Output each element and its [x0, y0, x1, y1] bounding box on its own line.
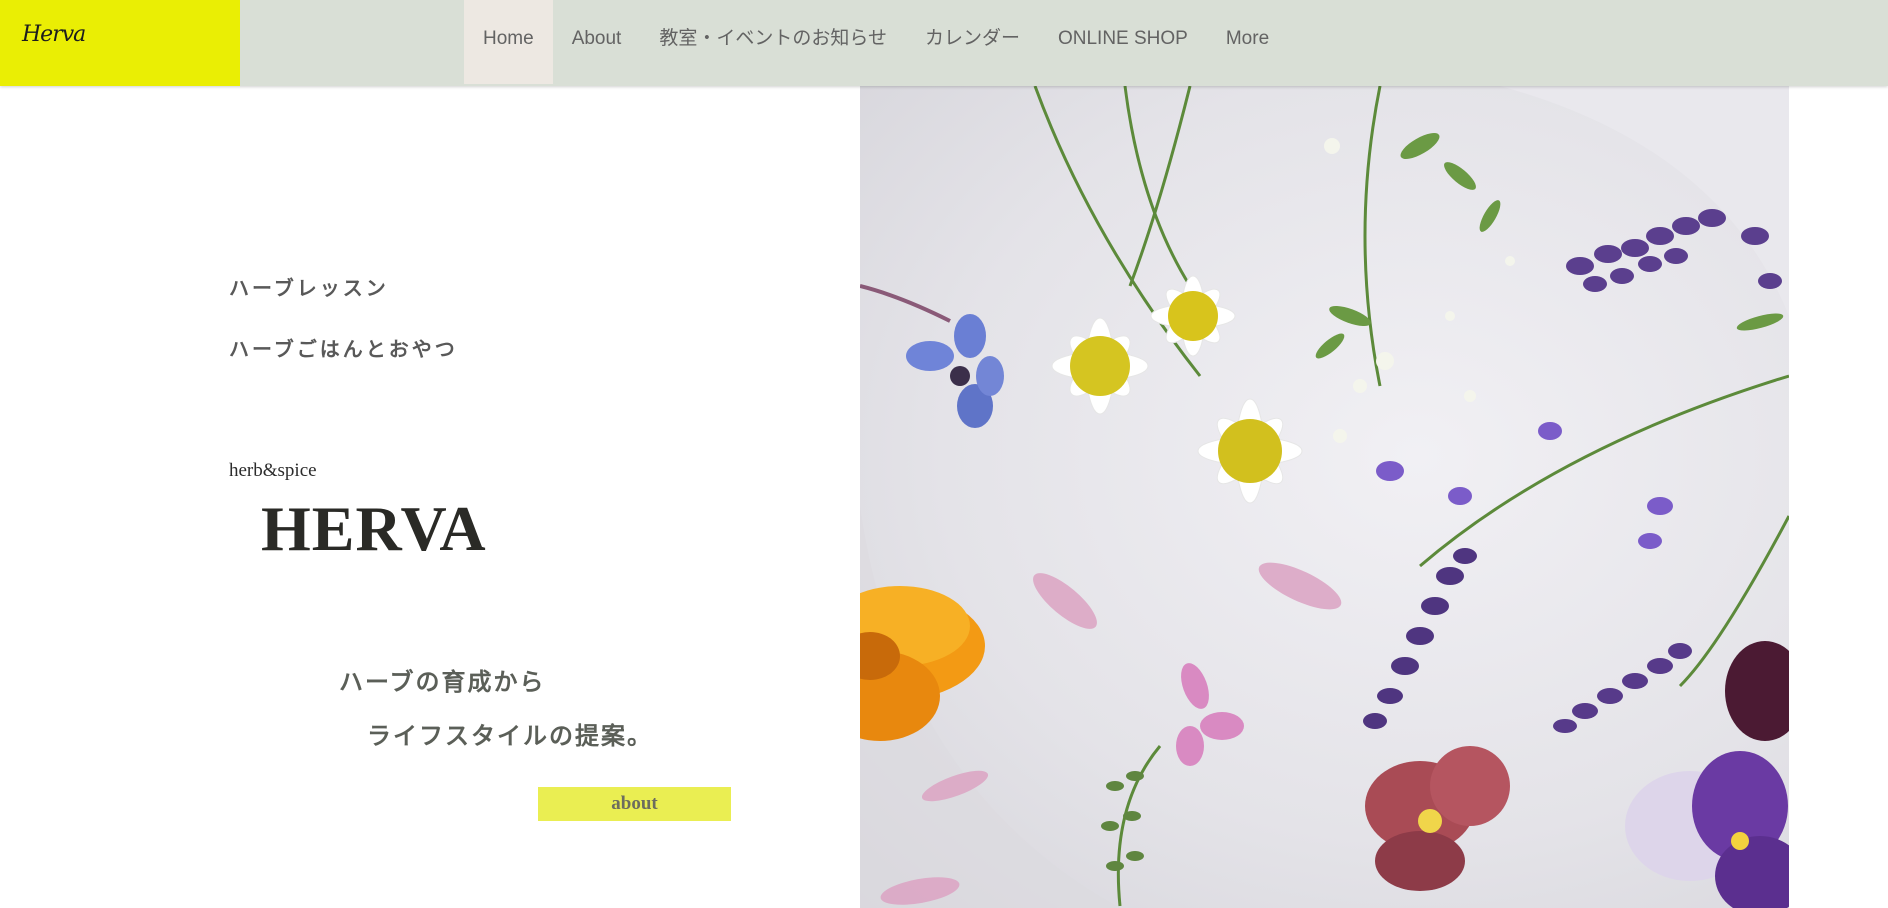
about-button[interactable]: about	[538, 787, 731, 821]
nav-classes-events[interactable]: 教室・イベントのお知らせ	[640, 0, 906, 84]
headline-herb-food: ハーブごはんとおやつ	[229, 337, 458, 361]
logo-text: Herva	[22, 22, 86, 47]
headline-herb-lesson: ハーブレッスン	[229, 276, 389, 300]
brand-title: HERVA	[261, 493, 487, 564]
nav-more[interactable]: More	[1207, 0, 1288, 84]
site-header: Herva Home About 教室・イベントのお知らせ カレンダー ONLI…	[0, 0, 1888, 86]
flower-illustration	[860, 86, 1789, 908]
nav-online-shop[interactable]: ONLINE SHOP	[1039, 0, 1207, 84]
hero-flower-photo	[860, 86, 1789, 908]
main-nav: Home About 教室・イベントのお知らせ カレンダー ONLINE SHO…	[464, 0, 1288, 84]
tagline-line-1: ハーブの育成から	[339, 667, 546, 696]
logo[interactable]: Herva	[0, 0, 240, 86]
tagline-line-2: ライフスタイルの提案。	[367, 721, 653, 750]
nav-about[interactable]: About	[553, 0, 641, 84]
nav-home[interactable]: Home	[464, 0, 553, 84]
nav-calendar[interactable]: カレンダー	[906, 0, 1039, 84]
sub-brand: herb&spice	[229, 460, 317, 481]
